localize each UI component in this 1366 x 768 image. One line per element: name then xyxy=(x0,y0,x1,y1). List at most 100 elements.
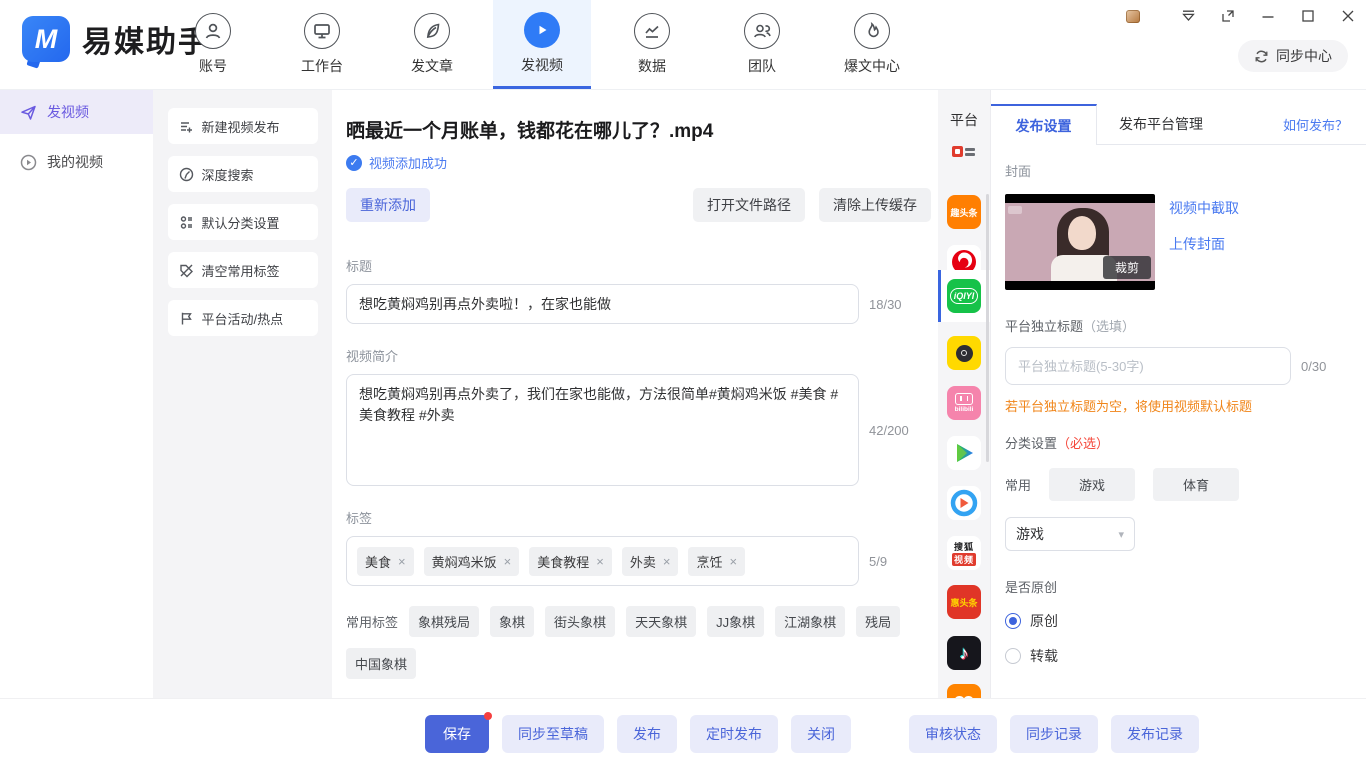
check-circle-icon: ✓ xyxy=(346,155,362,171)
independent-title-warning: 若平台独立标题为空，将使用视频默认标题 xyxy=(1005,396,1350,415)
remove-tag-icon[interactable]: × xyxy=(663,554,671,569)
sidebar-item-publish-video[interactable]: 发视频 xyxy=(0,90,153,134)
video-title-input[interactable] xyxy=(346,284,859,324)
right-panel-tabs: 发布设置 发布平台管理 如何发布？ xyxy=(991,104,1366,145)
common-tag[interactable]: 江湖象棋 xyxy=(775,606,845,637)
independent-title-input[interactable] xyxy=(1005,347,1291,385)
chart-icon xyxy=(634,13,670,49)
nav-team[interactable]: 团队 xyxy=(713,0,811,89)
remove-tag-icon[interactable]: × xyxy=(398,554,406,569)
review-status-button[interactable]: 审核状态 xyxy=(909,715,997,753)
common-tag[interactable]: 象棋残局 xyxy=(409,606,479,637)
feather-pen-icon xyxy=(414,13,450,49)
publish-log-button[interactable]: 发布记录 xyxy=(1111,715,1199,753)
common-tags-label: 常用标签 xyxy=(346,612,398,631)
title-field-label: 标题 xyxy=(346,256,938,275)
nav-account[interactable]: 账号 xyxy=(164,0,262,89)
platform-huitoutiao[interactable]: 惠头条 xyxy=(938,577,990,627)
nav-hot-center[interactable]: 爆文中心 xyxy=(823,0,921,89)
common-tag[interactable]: 残局 xyxy=(856,606,900,637)
video-filename: 晒最近一个月账单，钱都花在哪儿了？.mp4 xyxy=(346,116,938,143)
close-button[interactable]: 关闭 xyxy=(791,715,851,753)
tag-slash-icon xyxy=(179,263,194,278)
radio-selected-icon[interactable] xyxy=(1005,613,1021,629)
publish-button[interactable]: 发布 xyxy=(617,715,677,753)
platform-sohu-video[interactable]: 搜狐 视频 xyxy=(938,528,990,578)
upload-cover-link[interactable]: 上传封面 xyxy=(1169,234,1239,254)
tags-input-box[interactable]: 美食× 黄焖鸡米饭× 美食教程× 外卖× 烹饪× xyxy=(346,536,859,586)
platform-yellow-camera[interactable] xyxy=(938,328,990,378)
platform-scrollbar[interactable] xyxy=(986,194,989,462)
common-tag[interactable]: 象棋 xyxy=(490,606,534,637)
independent-title-counter: 0/30 xyxy=(1301,359,1326,374)
platform-bilibili[interactable]: bilibili xyxy=(938,378,990,428)
original-question-label: 是否原创 xyxy=(1005,577,1350,596)
sync-center-button[interactable]: 同步中心 xyxy=(1238,40,1348,72)
crop-cover-button[interactable]: 裁剪 xyxy=(1103,256,1151,279)
window-minimize-icon[interactable] xyxy=(1260,8,1276,24)
sync-log-button[interactable]: 同步记录 xyxy=(1010,715,1098,753)
tencent-video-icon xyxy=(947,436,981,470)
tag-chip: 黄焖鸡米饭× xyxy=(424,547,520,576)
nav-write-article[interactable]: 发文章 xyxy=(383,0,481,89)
window-close-icon[interactable] xyxy=(1340,8,1356,24)
radio-repost[interactable]: 转载 xyxy=(1005,646,1350,666)
list-plus-icon xyxy=(179,119,194,134)
tab-publish-settings[interactable]: 发布设置 xyxy=(991,104,1097,145)
how-to-publish-link[interactable]: 如何发布？ xyxy=(1283,115,1366,134)
platform-iqiyi-selected[interactable]: iQIYI xyxy=(938,270,990,322)
sync-to-draft-button[interactable]: 同步至草稿 xyxy=(502,715,604,753)
common-categories-label: 常用 xyxy=(1005,475,1031,494)
radio-unselected-icon[interactable] xyxy=(1005,648,1021,664)
remove-tag-icon[interactable]: × xyxy=(504,554,512,569)
common-tag[interactable]: 中国象棋 xyxy=(346,648,416,679)
cover-thumbnail[interactable]: 裁剪 xyxy=(1005,194,1155,290)
capture-from-video-link[interactable]: 视频中截取 xyxy=(1169,198,1239,218)
open-file-path-button[interactable]: 打开文件路径 xyxy=(693,188,805,222)
sidebar-item-my-videos[interactable]: 我的视频 xyxy=(0,140,153,184)
save-button[interactable]: 保存 xyxy=(425,715,489,753)
compass-icon xyxy=(179,167,194,182)
video-play-icon xyxy=(524,12,560,48)
nav-publish-video[interactable]: 发视频 xyxy=(493,0,591,89)
readd-video-button[interactable]: 重新添加 xyxy=(346,188,430,222)
window-popout-icon[interactable] xyxy=(1220,8,1236,24)
deep-search-button[interactable]: 深度搜索 xyxy=(168,156,318,192)
tab-platform-management[interactable]: 发布平台管理 xyxy=(1097,104,1225,144)
default-category-settings-button[interactable]: 默认分类设置 xyxy=(168,204,318,240)
clear-common-tags-button[interactable]: 清空常用标签 xyxy=(168,252,318,288)
tag-chip: 美食× xyxy=(357,547,414,576)
category-option-game[interactable]: 游戏 xyxy=(1049,468,1135,501)
common-tag[interactable]: 天天象棋 xyxy=(626,606,696,637)
common-tag[interactable]: 街头象棋 xyxy=(545,606,615,637)
platform-blue-circle[interactable] xyxy=(938,478,990,528)
platform-tencent-video[interactable] xyxy=(938,428,990,478)
new-video-publish-button[interactable]: 新建视频发布 xyxy=(168,108,318,144)
actions-column: 新建视频发布 深度搜索 默认分类设置 清空常用标签 平台活动/热点 xyxy=(153,90,332,698)
window-dropdown-icon[interactable] xyxy=(1180,8,1196,24)
platform-qutoutiao[interactable]: 趣头条 xyxy=(938,187,990,237)
platform-douyin[interactable]: ♪ xyxy=(938,628,990,678)
nav-workbench[interactable]: 工作台 xyxy=(273,0,371,89)
radio-original[interactable]: 原创 xyxy=(1005,611,1350,631)
cover-label: 封面 xyxy=(1005,161,1350,180)
title-bar: M 易媒助手 账号 工作台 发文章 发视频 数据 xyxy=(0,0,1366,90)
video-description-textarea[interactable]: 想吃黄焖鸡别再点外卖了，我们在家也能做，方法很简单#黄焖鸡米饭 #美食 #美食教… xyxy=(346,374,859,486)
platform-activity-hotspots-button[interactable]: 平台活动/热点 xyxy=(168,300,318,336)
remove-tag-icon[interactable]: × xyxy=(596,554,604,569)
iqiyi-icon: iQIYI xyxy=(947,279,981,313)
category-option-sports[interactable]: 体育 xyxy=(1153,468,1239,501)
nav-data[interactable]: 数据 xyxy=(603,0,701,89)
platform-tudou[interactable] xyxy=(938,676,990,698)
window-maximize-icon[interactable] xyxy=(1300,8,1316,24)
category-select[interactable]: 游戏 ▾ xyxy=(1005,517,1135,551)
schedule-publish-button[interactable]: 定时发布 xyxy=(690,715,778,753)
douyin-note-icon: ♪ xyxy=(947,636,981,670)
video-watermark xyxy=(1008,206,1022,214)
grid-settings-icon xyxy=(179,215,194,230)
common-tag[interactable]: JJ象棋 xyxy=(707,606,764,637)
platform-mini-logo-icon[interactable] xyxy=(952,146,976,157)
description-field-label: 视频简介 xyxy=(346,346,938,365)
remove-tag-icon[interactable]: × xyxy=(729,554,737,569)
clear-upload-cache-button[interactable]: 清除上传缓存 xyxy=(819,188,931,222)
